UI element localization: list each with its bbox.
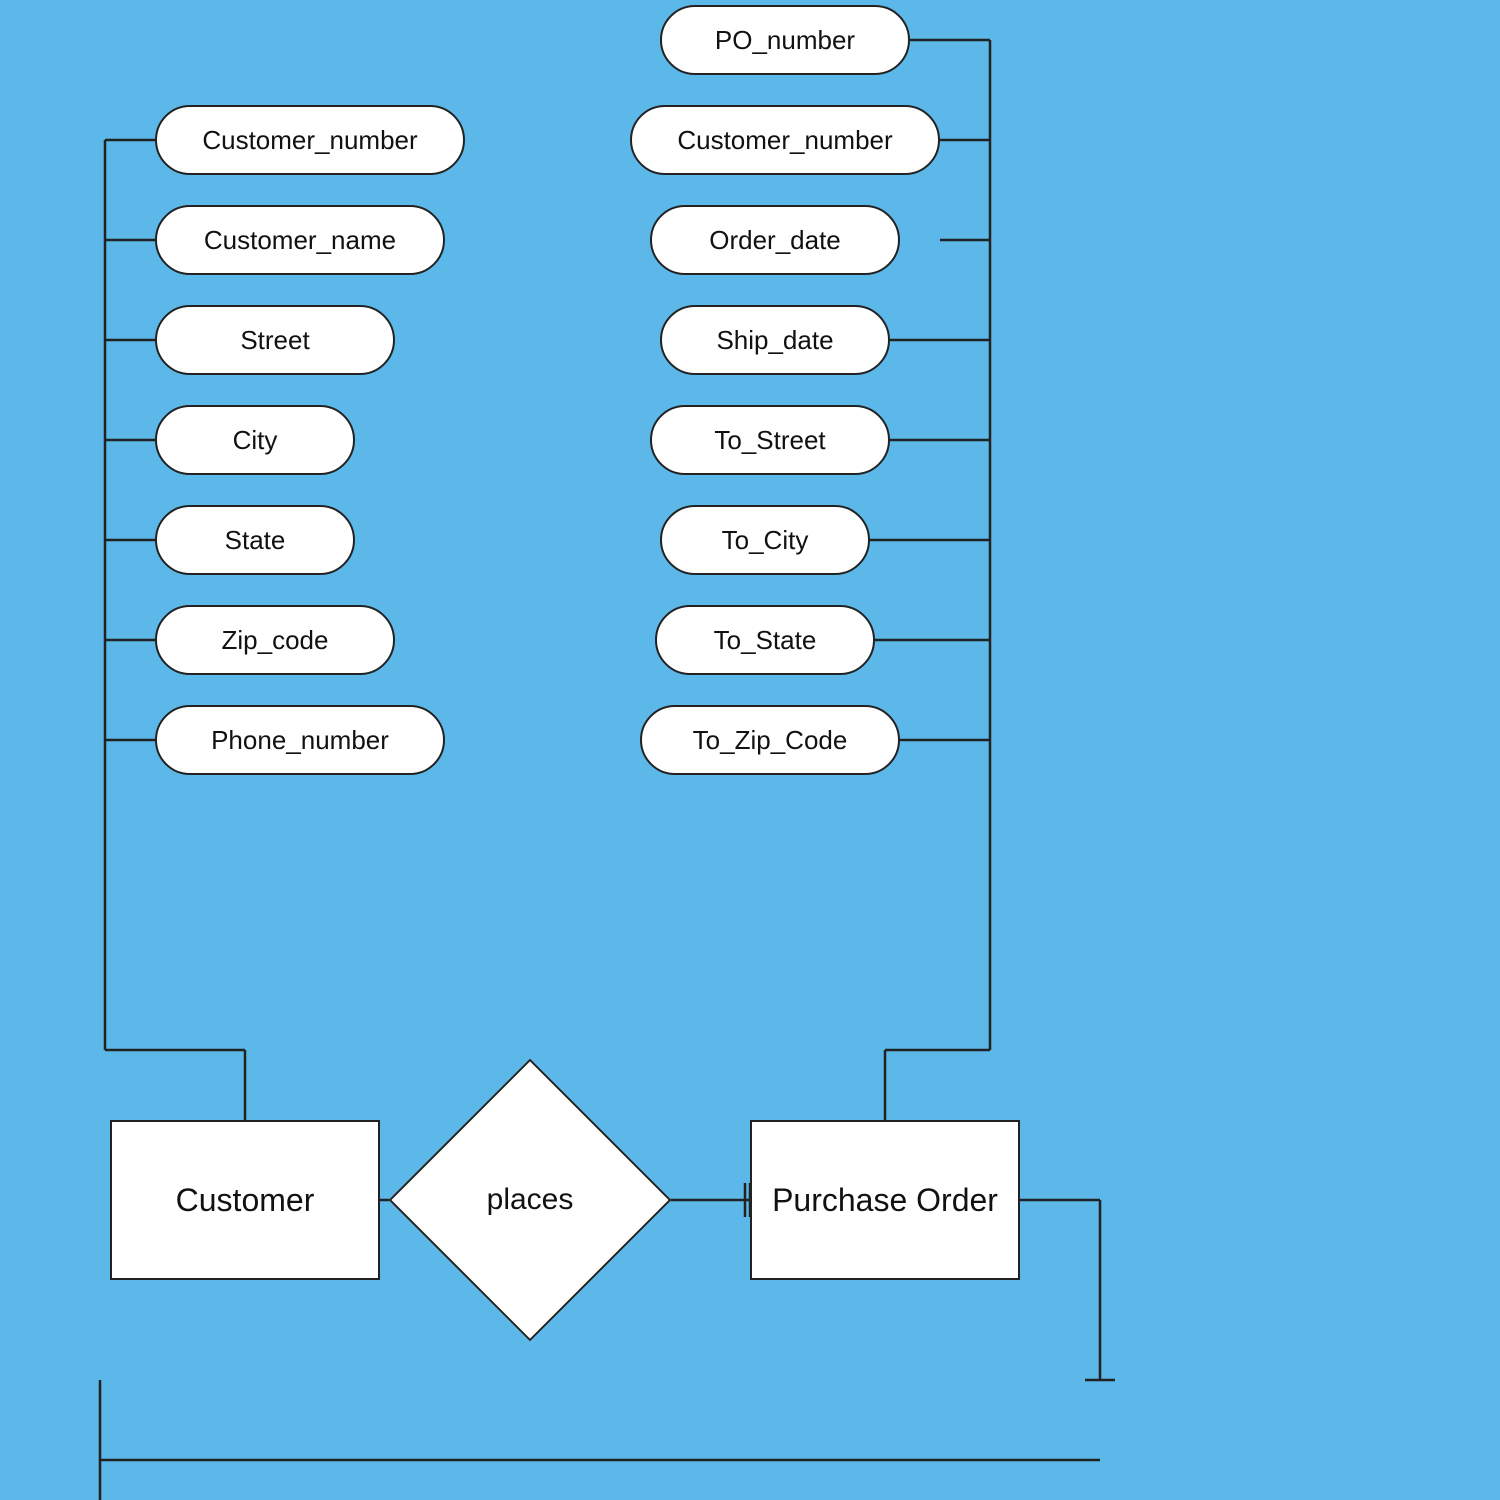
attr-ord-customer-number: Customer_number — [630, 105, 940, 175]
relationship-label: places — [487, 1183, 574, 1217]
attr-customer-name: Customer_name — [155, 205, 445, 275]
diagram-container: Customer_number Customer_name Street Cit… — [0, 0, 1500, 1500]
attr-phone-number: Phone_number — [155, 705, 445, 775]
attr-state: State — [155, 505, 355, 575]
attr-to-zip-code: To_Zip_Code — [640, 705, 900, 775]
entity-purchase-order: Purchase Order — [750, 1120, 1020, 1280]
attr-to-state: To_State — [655, 605, 875, 675]
entity-customer: Customer — [110, 1120, 380, 1280]
attr-zip-code: Zip_code — [155, 605, 395, 675]
attr-customer-number: Customer_number — [155, 105, 465, 175]
relationship-places: places — [430, 1100, 630, 1300]
attr-to-street: To_Street — [650, 405, 890, 475]
attr-street: Street — [155, 305, 395, 375]
attr-order-date: Order_date — [650, 205, 900, 275]
attr-city: City — [155, 405, 355, 475]
attr-po-number: PO_number — [660, 5, 910, 75]
attr-to-city: To_City — [660, 505, 870, 575]
attr-ship-date: Ship_date — [660, 305, 890, 375]
